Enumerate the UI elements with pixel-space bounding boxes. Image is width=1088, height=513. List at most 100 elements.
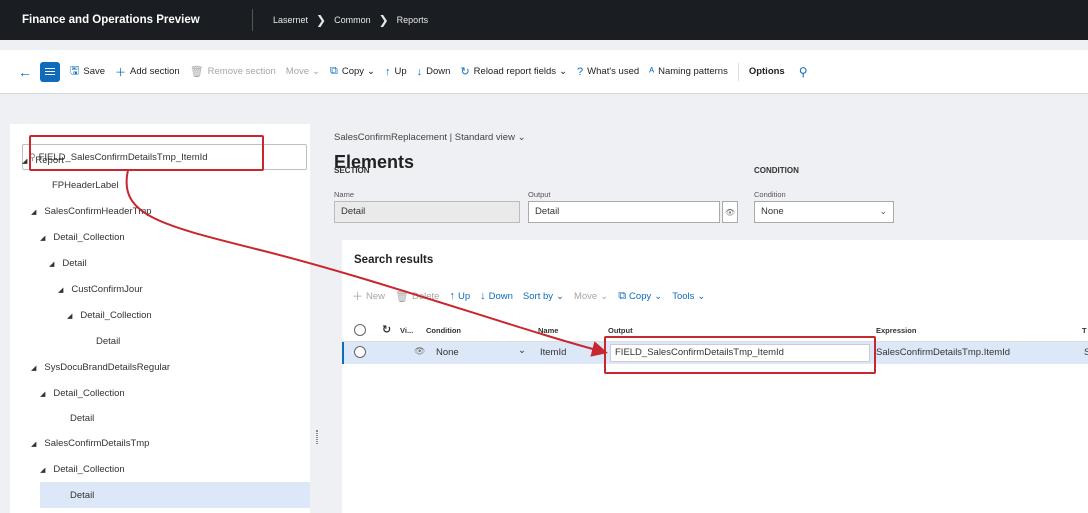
- eye-icon[interactable]: 👁: [722, 201, 738, 223]
- tree-node-fpheaderlabel[interactable]: FPHeaderLabel: [52, 180, 119, 191]
- app-bar-divider: [252, 9, 253, 31]
- save-icon: 🖫: [70, 65, 80, 77]
- move-menu-button[interactable]: Move ⌄: [286, 66, 320, 77]
- chevron-down-icon: ⌄: [600, 290, 609, 302]
- collapse-triangle-icon: ◢: [31, 364, 37, 372]
- collapse-triangle-icon: ◢: [58, 286, 64, 294]
- breadcrumb-lasernet[interactable]: Lasernet: [273, 15, 308, 25]
- breadcrumb-reports[interactable]: Reports: [397, 15, 429, 25]
- collapse-triangle-icon: ◢: [31, 440, 37, 448]
- tree-node-detail-collection[interactable]: ◢ Detail_Collection: [40, 388, 125, 399]
- column-output[interactable]: Output: [608, 326, 633, 335]
- chevron-down-icon: ⌄: [697, 290, 706, 302]
- tools-button[interactable]: Tools ⌄: [672, 291, 705, 302]
- save-button[interactable]: 🖫 Save: [70, 62, 105, 81]
- output-label: Output: [528, 190, 551, 199]
- tree-node-detail-collection[interactable]: ◢ Detail_Collection: [40, 232, 125, 243]
- hamburger-menu-icon[interactable]: [40, 61, 60, 82]
- plus-icon: ＋: [115, 66, 127, 79]
- column-expression[interactable]: Expression: [876, 326, 916, 335]
- add-section-button[interactable]: ＋ Add section: [115, 64, 180, 80]
- collapse-triangle-icon: ◢: [22, 157, 28, 165]
- column-name[interactable]: Name: [538, 326, 558, 335]
- delete-icon: 🗑: [395, 290, 409, 303]
- collapse-triangle-icon: ◢: [40, 234, 46, 242]
- reload-report-fields-button[interactable]: ↻ Reload report fields ⌄: [460, 65, 567, 78]
- breadcrumb-common[interactable]: Common: [334, 15, 371, 25]
- tree-node-detail[interactable]: Detail: [96, 336, 120, 347]
- chevron-down-icon: ⌄: [556, 290, 564, 302]
- refresh-icon[interactable]: ↻: [382, 323, 391, 336]
- toolbar-separator: [737, 62, 739, 81]
- condition-heading: CONDITION: [754, 166, 799, 175]
- output-field[interactable]: Detail: [528, 201, 720, 223]
- copy-button[interactable]: ⧉ Copy ⌄: [618, 290, 662, 303]
- tree-node-salesconfirmheadertmp[interactable]: ◢ SalesConfirmHeaderTmp: [31, 206, 152, 217]
- highlight-box-tree-search: [29, 135, 264, 171]
- column-visible[interactable]: Vi...: [400, 326, 413, 335]
- collapse-triangle-icon: ◢: [40, 466, 46, 474]
- highlight-box-output: [604, 336, 876, 374]
- collapse-triangle-icon: ◢: [67, 312, 73, 320]
- row-expression[interactable]: SalesConfirmDetailsTmp.ItemId: [876, 347, 1010, 358]
- plus-icon: ＋: [352, 291, 363, 303]
- down-button[interactable]: ↓ Down: [417, 66, 451, 78]
- arrow-up-icon: ↑: [449, 290, 455, 302]
- copy-menu-button[interactable]: ⧉ Copy ⌄: [330, 65, 375, 78]
- row-trailing: S: [1084, 347, 1088, 358]
- tree-node-detail-selected[interactable]: Detail: [40, 482, 310, 508]
- name-field[interactable]: Detail: [334, 201, 520, 223]
- options-tab[interactable]: Options: [749, 66, 785, 77]
- whats-used-button[interactable]: ? What's used: [577, 66, 639, 78]
- arrow-up-icon: ↑: [385, 65, 391, 78]
- chevron-down-icon: ⌄: [654, 290, 663, 302]
- chevron-down-icon: ⌄: [879, 206, 887, 216]
- panel-splitter[interactable]: [316, 430, 318, 444]
- sort-by-button[interactable]: Sort by ⌄: [523, 291, 564, 302]
- naming-icon: ᴬ: [649, 65, 655, 78]
- column-condition[interactable]: Condition: [426, 326, 461, 335]
- tree-node-sysdocubranddetailsregular[interactable]: ◢ SysDocuBrandDetailsRegular: [31, 362, 170, 373]
- naming-patterns-button[interactable]: ᴬ Naming patterns: [649, 66, 728, 78]
- delete-button[interactable]: 🗑 Delete: [395, 290, 439, 303]
- row-condition[interactable]: None: [436, 347, 459, 358]
- name-label: Name: [334, 190, 355, 199]
- delete-icon: 🗑: [189, 66, 204, 78]
- tree-node-detail-collection[interactable]: ◢ Detail_Collection: [40, 464, 125, 475]
- app-title[interactable]: Finance and Operations Preview: [0, 14, 252, 26]
- tree-node-salesconfirmdetailstmp[interactable]: ◢ SalesConfirmDetailsTmp: [31, 438, 149, 449]
- search-icon[interactable]: ⚲: [799, 65, 808, 79]
- section-heading: SECTION: [334, 166, 370, 175]
- visible-eye-icon[interactable]: 👁: [414, 346, 425, 357]
- chevron-down-icon: ⌄: [517, 132, 526, 143]
- arrow-down-icon: ↓: [416, 65, 423, 78]
- results-toolbar: ＋ New 🗑 Delete ↑ Up ↓ Down Sort by ⌄ Move ⌄ ⧉ C…: [352, 288, 715, 304]
- up-button[interactable]: ↑ Up: [449, 290, 470, 302]
- down-button[interactable]: ↓ Down: [480, 290, 513, 302]
- remove-section-button[interactable]: 🗑 Remove section: [190, 65, 276, 78]
- collapse-triangle-icon: ◢: [49, 260, 55, 268]
- up-button[interactable]: ↑ Up: [385, 66, 407, 78]
- chevron-right-icon: ❯: [316, 13, 327, 27]
- back-arrow-icon[interactable]: ←: [18, 64, 32, 80]
- condition-dropdown[interactable]: None ⌄: [754, 201, 894, 223]
- collapse-triangle-icon: ◢: [31, 208, 37, 216]
- tree-node-detail[interactable]: ◢ Detail: [49, 258, 87, 269]
- tree-node-detail[interactable]: Detail: [70, 413, 94, 424]
- chevron-down-icon: ⌄: [559, 66, 568, 77]
- new-button[interactable]: ＋ New: [352, 288, 385, 304]
- row-name[interactable]: ItemId: [540, 347, 566, 358]
- arrow-down-icon: ↓: [480, 290, 486, 302]
- column-trailing[interactable]: T: [1082, 326, 1087, 335]
- chevron-down-icon[interactable]: ⌄: [518, 345, 526, 356]
- action-pane: ← 🖫 Save ＋ Add section 🗑 Remove section Mov…: [0, 50, 1088, 94]
- view-selector[interactable]: SalesConfirmReplacement | Standard view …: [334, 132, 526, 143]
- chevron-right-icon: ❯: [378, 13, 389, 27]
- tree-node-custconfirmjour[interactable]: ◢ CustConfirmJour: [58, 284, 143, 295]
- collapse-triangle-icon: ◢: [40, 390, 46, 398]
- move-button[interactable]: Move ⌄: [574, 291, 608, 302]
- chevron-down-icon: ⌄: [312, 66, 320, 77]
- search-results-title: Search results: [354, 254, 434, 266]
- copy-icon: ⧉: [618, 289, 627, 302]
- tree-node-detail-collection[interactable]: ◢ Detail_Collection: [67, 310, 152, 321]
